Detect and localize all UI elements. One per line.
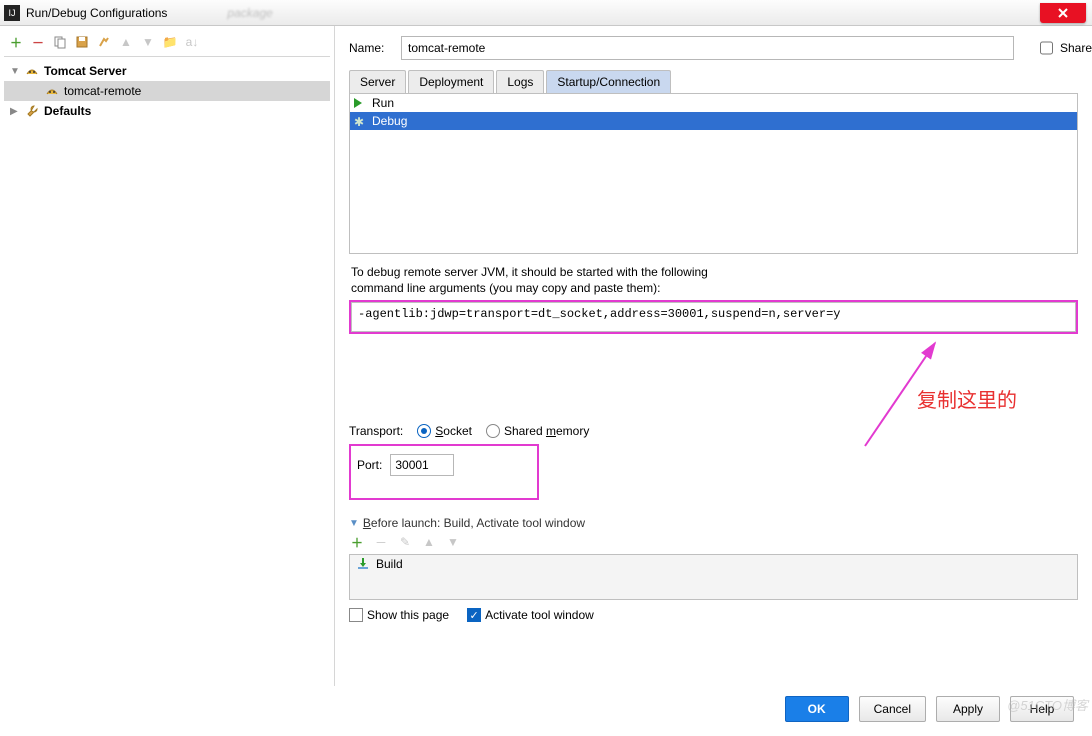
folder-icon[interactable]: 📁 — [162, 34, 178, 50]
radio-shared-memory[interactable]: Shared memory — [486, 424, 589, 438]
debug-hint: To debug remote server JVM, it should be… — [351, 264, 1076, 296]
watermark: @51CTO博客 — [1007, 695, 1088, 714]
transport-row: Transport: Socket Shared memory — [349, 424, 1078, 438]
tree-label: Tomcat Server — [44, 64, 126, 78]
before-launch-section: ▼ Before launch: Build, Activate tool wi… — [349, 516, 1078, 600]
name-row: Name: Share — [349, 36, 1078, 60]
move-up-icon[interactable]: ▲ — [421, 534, 437, 550]
build-icon — [356, 557, 370, 571]
apply-button[interactable]: Apply — [936, 696, 1000, 722]
before-launch-list[interactable]: Build — [349, 554, 1078, 600]
checkbox-box-icon — [349, 608, 363, 622]
run-icon — [354, 97, 366, 109]
share-checkbox[interactable]: Share — [1036, 38, 1078, 58]
settings-icon[interactable] — [96, 34, 112, 50]
config-tree[interactable]: ▼ Tomcat Server tomcat-remote ▶ Defaults — [4, 57, 330, 121]
window-titlebar: IJ Run/Debug Configurations package — [0, 0, 1092, 26]
name-label: Name: — [349, 41, 391, 55]
checkbox-activate-tool-window[interactable]: ✓ Activate tool window — [467, 608, 594, 622]
port-label: Port: — [357, 458, 382, 472]
tomcat-icon — [44, 83, 60, 99]
radio-dot-icon — [417, 424, 431, 438]
close-icon — [1056, 6, 1070, 20]
tomcat-icon — [24, 63, 40, 79]
add-task-icon[interactable]: ＋ — [349, 534, 365, 550]
cancel-button[interactable]: Cancel — [859, 696, 926, 722]
before-launch-header[interactable]: ▼ Before launch: Build, Activate tool wi… — [349, 516, 1078, 530]
cmd-highlight-box: -agentlib:jdwp=transport=dt_socket,addre… — [349, 300, 1078, 334]
list-item-debug[interactable]: ✱ Debug — [350, 112, 1077, 130]
titlebar-bg-text: package — [227, 6, 272, 20]
app-icon: IJ — [4, 5, 20, 21]
share-box[interactable] — [1040, 41, 1053, 55]
radio-socket[interactable]: Socket — [417, 424, 472, 438]
build-label: Build — [376, 557, 403, 571]
annotation-text: 复制这里的 — [917, 384, 1017, 413]
name-input[interactable] — [401, 36, 1014, 60]
move-up-icon[interactable]: ▲ — [118, 34, 134, 50]
tree-label: tomcat-remote — [64, 84, 141, 98]
tab-bar: Server Deployment Logs Startup/Connectio… — [349, 70, 1078, 94]
checkbox-box-icon: ✓ — [467, 608, 481, 622]
ok-button[interactable]: OK — [785, 696, 849, 722]
radio-label: Socket — [435, 424, 472, 438]
transport-label: Transport: — [349, 424, 403, 438]
tab-logs[interactable]: Logs — [496, 70, 544, 93]
list-label: Run — [372, 96, 394, 110]
tree-node-defaults[interactable]: ▶ Defaults — [4, 101, 330, 121]
sidebar-toolbar: ＋ － ▲ ▼ 📁 a↓ — [4, 32, 330, 57]
edit-task-icon[interactable]: ✎ — [397, 534, 413, 550]
tab-startup-connection[interactable]: Startup/Connection — [546, 70, 671, 93]
expander-icon[interactable]: ▶ — [10, 106, 20, 117]
remove-icon[interactable]: － — [30, 34, 46, 50]
before-launch-toolbar: ＋ － ✎ ▲ ▼ — [349, 530, 1078, 554]
configurations-sidebar: ＋ － ▲ ▼ 📁 a↓ ▼ Tomcat Server tomcat-remo… — [0, 26, 335, 686]
copy-icon[interactable] — [52, 34, 68, 50]
hint-line1: To debug remote server JVM, it should be… — [351, 264, 1076, 280]
debug-icon: ✱ — [354, 115, 366, 127]
wrench-icon — [24, 103, 40, 119]
collapse-icon[interactable]: ▼ — [349, 518, 359, 529]
port-highlight-box: Port: — [349, 444, 539, 500]
close-button[interactable] — [1040, 3, 1086, 23]
checkbox-label: Show this page — [367, 608, 449, 622]
radio-dot-icon — [486, 424, 500, 438]
hint-line2: command line arguments (you may copy and… — [351, 280, 1076, 296]
port-input[interactable] — [390, 454, 454, 476]
list-item-build[interactable]: Build — [350, 555, 1077, 573]
add-icon[interactable]: ＋ — [8, 34, 24, 50]
move-down-icon[interactable]: ▼ — [140, 34, 156, 50]
remove-task-icon[interactable]: － — [373, 534, 389, 550]
sort-icon[interactable]: a↓ — [184, 34, 200, 50]
radio-label: Shared memory — [504, 424, 589, 438]
tree-label: Defaults — [44, 104, 91, 118]
expander-icon[interactable]: ▼ — [10, 66, 20, 77]
config-details: Name: Share Server Deployment Logs Start… — [335, 26, 1092, 686]
share-label: Share — [1060, 41, 1092, 55]
tree-node-tomcat-server[interactable]: ▼ Tomcat Server — [4, 61, 330, 81]
window-title: Run/Debug Configurations — [26, 6, 167, 20]
list-label: Debug — [372, 114, 407, 128]
footer-options: Show this page ✓ Activate tool window — [349, 608, 1078, 622]
checkbox-label: Activate tool window — [485, 608, 594, 622]
tab-deployment[interactable]: Deployment — [408, 70, 494, 93]
run-debug-list[interactable]: Run ✱ Debug — [349, 94, 1078, 254]
move-down-icon[interactable]: ▼ — [445, 534, 461, 550]
jvm-args-text[interactable]: -agentlib:jdwp=transport=dt_socket,addre… — [351, 302, 1076, 332]
list-item-run[interactable]: Run — [350, 94, 1077, 112]
save-icon[interactable] — [74, 34, 90, 50]
checkbox-show-this-page[interactable]: Show this page — [349, 608, 449, 622]
tree-node-tomcat-remote[interactable]: tomcat-remote — [4, 81, 330, 101]
tab-server[interactable]: Server — [349, 70, 406, 93]
